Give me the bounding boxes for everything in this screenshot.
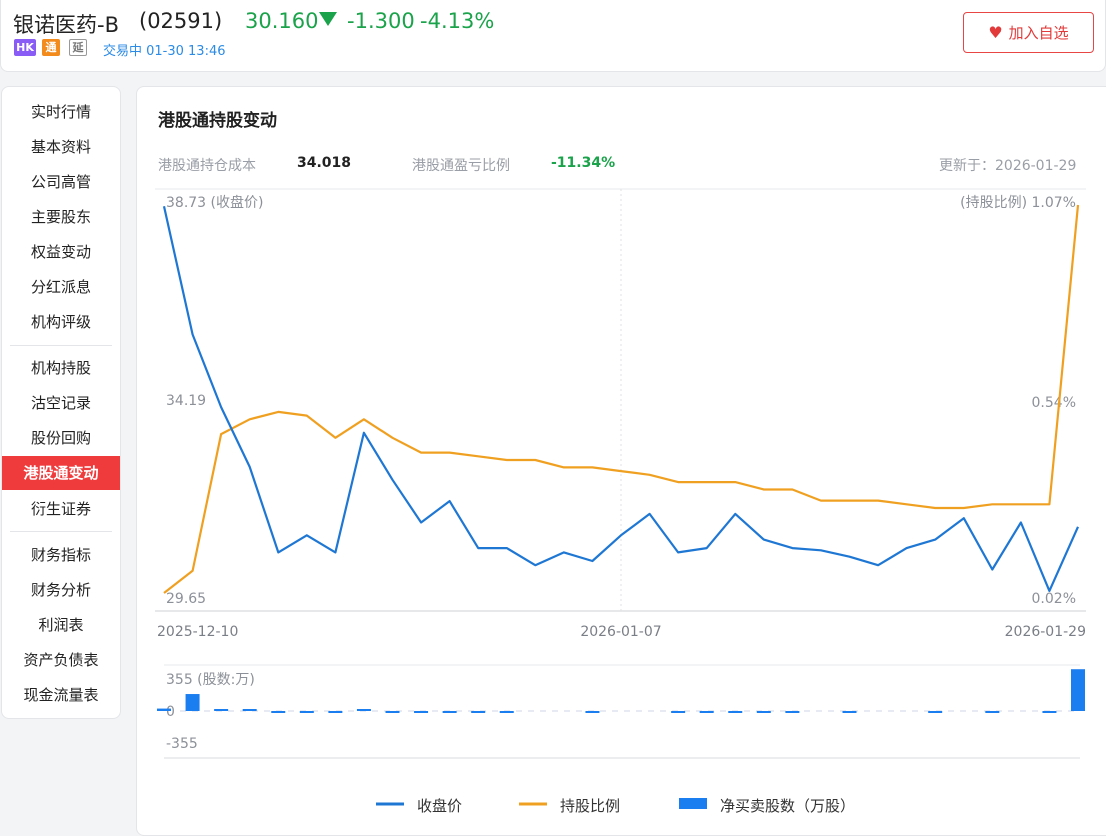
pnl-value: -11.34% (551, 155, 616, 171)
down-arrow-icon (319, 12, 337, 26)
watch-button-label: 加入自选 (1008, 24, 1069, 42)
stock-header: 银诺医药-B (02591) 30.160 -1.300 -4.13% HK 通… (0, 0, 1106, 72)
stock-name: 银诺医药-B (13, 13, 119, 37)
pnl-label: 港股通盈亏比例 (412, 158, 510, 174)
sidebar-item-executives[interactable]: 公司高管 (2, 165, 120, 199)
sidebar-item-financial-indicators[interactable]: 财务指标 (2, 538, 120, 572)
sidebar-item-realtime[interactable]: 实时行情 (2, 95, 120, 129)
sidebar-item-financial-analysis[interactable]: 财务分析 (2, 573, 120, 607)
sidebar-item-derivatives[interactable]: 衍生证券 (2, 492, 120, 526)
sidebar-item-connect-changes[interactable]: 港股通变动 (2, 456, 120, 490)
trade-status: 交易中 01-30 13:46 (103, 44, 226, 59)
page-title: 港股通持股变动 (158, 111, 277, 131)
stock-price: 30.160 (245, 9, 319, 33)
sidebar-item-equity-change[interactable]: 权益变动 (2, 235, 120, 269)
sidebar-item-short-selling[interactable]: 沽空记录 (2, 386, 120, 420)
heart-icon: ♥ (988, 23, 1003, 42)
sidebar-item-institutional[interactable]: 机构持股 (2, 351, 120, 385)
sidebar-item-income-statement[interactable]: 利润表 (2, 608, 120, 642)
sidebar-item-profile[interactable]: 基本资料 (2, 130, 120, 164)
cost-value: 34.018 (297, 155, 352, 171)
connect-badge: 通 (42, 39, 60, 56)
hk-badge: HK (14, 39, 36, 56)
price-change-percent: -4.13% (420, 9, 495, 33)
main-panel: 港股通持股变动 港股通持仓成本 34.018 港股通盈亏比例 -11.34% 更… (136, 86, 1106, 836)
sidebar-item-cash-flow[interactable]: 现金流量表 (2, 678, 120, 712)
sidebar-divider (10, 345, 112, 346)
updated-time: 更新于：2026-01-29 (939, 158, 1077, 174)
stock-code: (02591) (139, 9, 223, 33)
sidebar-item-shareholders[interactable]: 主要股东 (2, 200, 120, 234)
price-change: -1.300 (347, 9, 415, 33)
add-to-watchlist-button[interactable]: ♥ 加入自选 (963, 12, 1094, 53)
delayed-badge: 延 (69, 39, 87, 56)
sidebar-item-buyback[interactable]: 股份回购 (2, 421, 120, 455)
sidebar-divider (10, 531, 112, 532)
sidebar-nav: 实时行情 基本资料 公司高管 主要股东 权益变动 分红派息 机构评级 机构持股 … (1, 86, 121, 719)
cost-label: 港股通持仓成本 (158, 158, 256, 174)
sidebar-item-ratings[interactable]: 机构评级 (2, 305, 120, 339)
sidebar-item-dividends[interactable]: 分红派息 (2, 270, 120, 304)
sidebar-item-balance-sheet[interactable]: 资产负债表 (2, 643, 120, 677)
